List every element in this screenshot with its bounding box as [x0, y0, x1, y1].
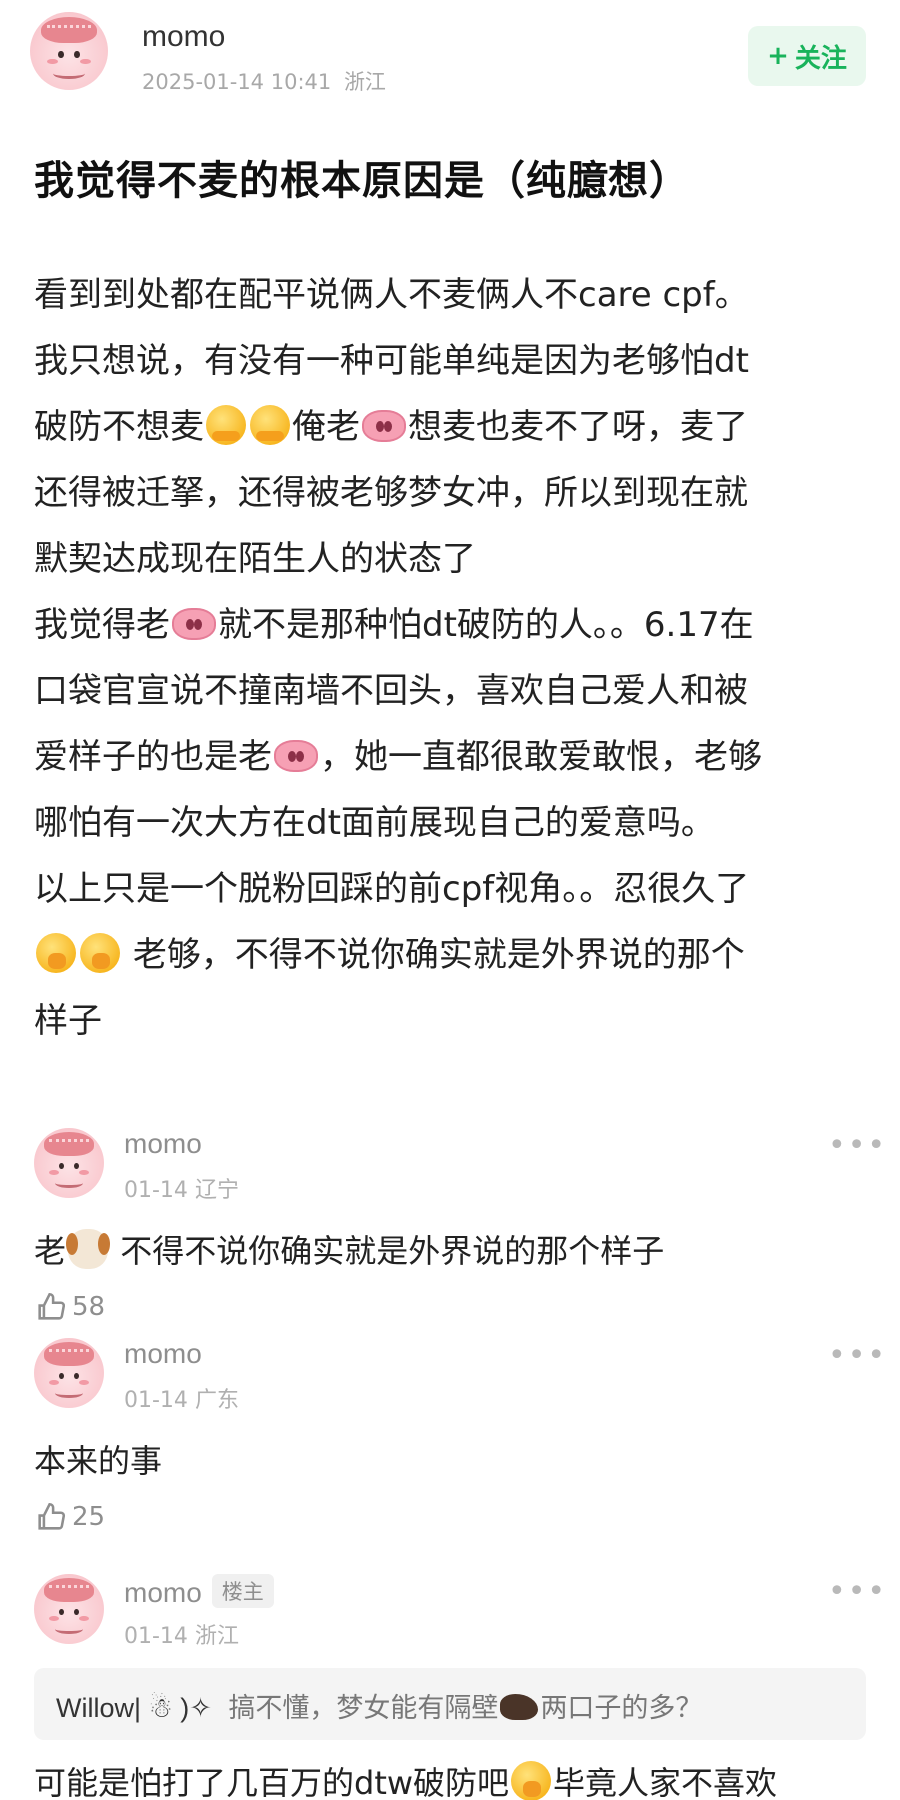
like-count: 58 — [72, 1292, 106, 1322]
shush-emoji-icon — [80, 933, 120, 973]
post-title: 我觉得不麦的根本原因是（纯臆想） — [34, 158, 690, 204]
like-button[interactable]: 58 — [34, 1290, 105, 1324]
dog-emoji-icon — [66, 1229, 111, 1269]
comment-text: 本来的事 — [34, 1442, 163, 1480]
pig-nose-emoji-icon — [362, 410, 406, 442]
follow-button[interactable]: + 关注 — [748, 26, 866, 86]
comment-text: 可能是怕打了几百万的dtw破防吧 毕竟人家不喜欢 — [34, 1758, 777, 1800]
comment-meta: 01-14 广东 — [124, 1388, 239, 1413]
post-line: 破防不想麦 俺老 想麦也麦不了呀，麦了 — [34, 405, 748, 447]
post-line: 样子 — [34, 1001, 102, 1041]
post-timestamp: 2025-01-14 10:41 — [142, 70, 332, 94]
comment-author[interactable]: momo 楼主 — [124, 1574, 274, 1609]
thumbs-up-icon — [38, 1292, 66, 1320]
post-line: 我觉得老 就不是那种怕dt破防的人。。6.17在 — [34, 605, 754, 645]
pig-nose-emoji-icon — [172, 608, 216, 640]
post-line: 爱样子的也是老 ，她一直都很敢爱敢恨，老够 — [34, 737, 762, 777]
like-button[interactable]: 25 — [34, 1500, 105, 1534]
hug-emoji-icon — [206, 405, 246, 445]
comment-author[interactable]: momo — [124, 1338, 202, 1370]
comment-meta: 01-14 浙江 — [124, 1624, 239, 1649]
post-line: 我只想说，有没有一种可能单纯是因为老够怕dt — [34, 341, 749, 381]
shush-emoji-icon — [511, 1761, 552, 1800]
quoted-text: 搞不懂，梦女能有隔壁 两口子的多？ — [228, 1693, 703, 1724]
comment-author[interactable]: momo — [124, 1128, 202, 1160]
hug-emoji-icon — [250, 405, 290, 445]
plus-icon: + — [767, 41, 789, 71]
follow-label: 关注 — [794, 43, 847, 74]
more-dots-icon[interactable]: ••• — [828, 1574, 887, 1609]
post-line: 口袋官宣说不撞南墙不回头，喜欢自己爱人和被 — [34, 671, 748, 711]
post-location: 浙江 — [343, 70, 386, 94]
like-count: 25 — [72, 1502, 106, 1532]
comment-meta: 01-14 辽宁 — [124, 1178, 239, 1203]
post-author-avatar[interactable] — [30, 12, 108, 90]
thumbs-up-icon — [38, 1502, 66, 1530]
op-badge: 楼主 — [211, 1574, 274, 1608]
quoted-reply[interactable]: Willow| ☃ )✧ 搞不懂，梦女能有隔壁 两口子的多？ — [34, 1668, 866, 1740]
more-dots-icon[interactable]: ••• — [828, 1128, 887, 1163]
more-dots-icon[interactable]: ••• — [828, 1338, 887, 1373]
boar-emoji-icon — [500, 1694, 539, 1720]
comment-avatar[interactable] — [34, 1574, 104, 1644]
post-line: 默契达成现在陌生人的状态了 — [34, 539, 476, 579]
post-line: 看到到处都在配平说俩人不麦俩人不care cpf。 — [34, 275, 749, 315]
comment-avatar[interactable] — [34, 1128, 104, 1198]
post-line: 以上只是一个脱粉回踩的前cpf视角。。忍很久了 — [34, 869, 750, 909]
pig-nose-emoji-icon — [274, 740, 318, 772]
post-line: 老够，不得不说你确实就是外界说的那个 — [34, 922, 874, 988]
comment-avatar[interactable] — [34, 1338, 104, 1408]
post-author-name[interactable]: momo — [142, 20, 225, 54]
post-body: 看到到处都在配平说俩人不麦俩人不care cpf。 我只想说，有没有一种可能单纯… — [34, 262, 874, 1054]
quoted-user[interactable]: Willow| ☃ )✧ — [56, 1693, 212, 1723]
shush-emoji-icon — [36, 933, 76, 973]
post-meta: 2025-01-14 10:41 浙江 — [142, 66, 386, 96]
comment-text: 老 不得不说你确实就是外界说的那个样子 — [34, 1226, 664, 1272]
post-line: 哪怕有一次大方在dt面前展现自己的爱意吗。 — [34, 803, 715, 843]
post-line: 还得被迁拏，还得被老够梦女冲，所以到现在就 — [34, 473, 748, 513]
